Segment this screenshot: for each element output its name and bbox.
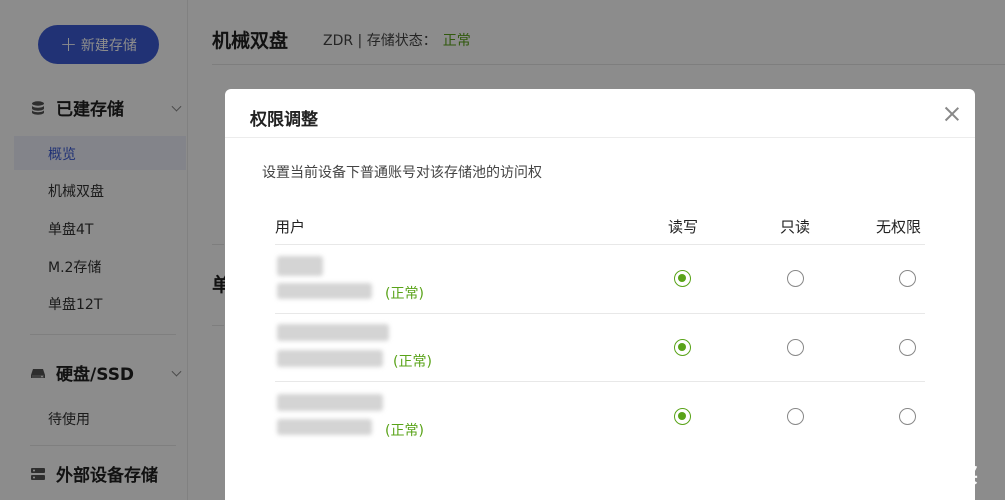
permission-dialog: 权限调整 设置当前设备下普通账号对该存储池的访问权 用户 读写 只读 无权限 (… — [225, 89, 975, 500]
table-row-divider — [275, 381, 925, 382]
dialog-divider — [225, 137, 975, 138]
radio-read-write[interactable] — [674, 339, 691, 356]
close-icon[interactable] — [943, 105, 961, 123]
radio-no-access[interactable] — [899, 339, 916, 356]
redacted-username — [277, 394, 383, 411]
user-status: (正常) — [385, 423, 424, 439]
column-header-read-write: 读写 — [668, 218, 699, 236]
radio-read-write[interactable] — [674, 270, 691, 287]
table-header-divider — [275, 244, 925, 245]
redacted-username — [277, 324, 389, 341]
radio-read-only[interactable] — [787, 339, 804, 356]
user-status: (正常) — [385, 286, 424, 302]
column-header-read-only: 只读 — [780, 218, 811, 236]
table-row-divider — [275, 313, 925, 314]
watermark: 值 什么值得买 — [838, 458, 979, 488]
dialog-description: 设置当前设备下普通账号对该存储池的访问权 — [262, 165, 542, 181]
redacted-account — [277, 350, 383, 367]
watermark-logo: 值 — [838, 458, 868, 488]
dialog-title: 权限调整 — [250, 110, 318, 130]
watermark-text: 什么值得买 — [874, 462, 979, 487]
radio-read-only[interactable] — [787, 270, 804, 287]
redacted-account — [277, 283, 372, 299]
user-status: (正常) — [393, 354, 432, 370]
redacted-account — [277, 419, 372, 435]
radio-read-write[interactable] — [674, 408, 691, 425]
radio-no-access[interactable] — [899, 270, 916, 287]
column-header-no-access: 无权限 — [876, 218, 922, 236]
radio-no-access[interactable] — [899, 408, 916, 425]
redacted-username — [277, 256, 323, 276]
radio-read-only[interactable] — [787, 408, 804, 425]
column-header-user: 用户 — [275, 218, 306, 236]
